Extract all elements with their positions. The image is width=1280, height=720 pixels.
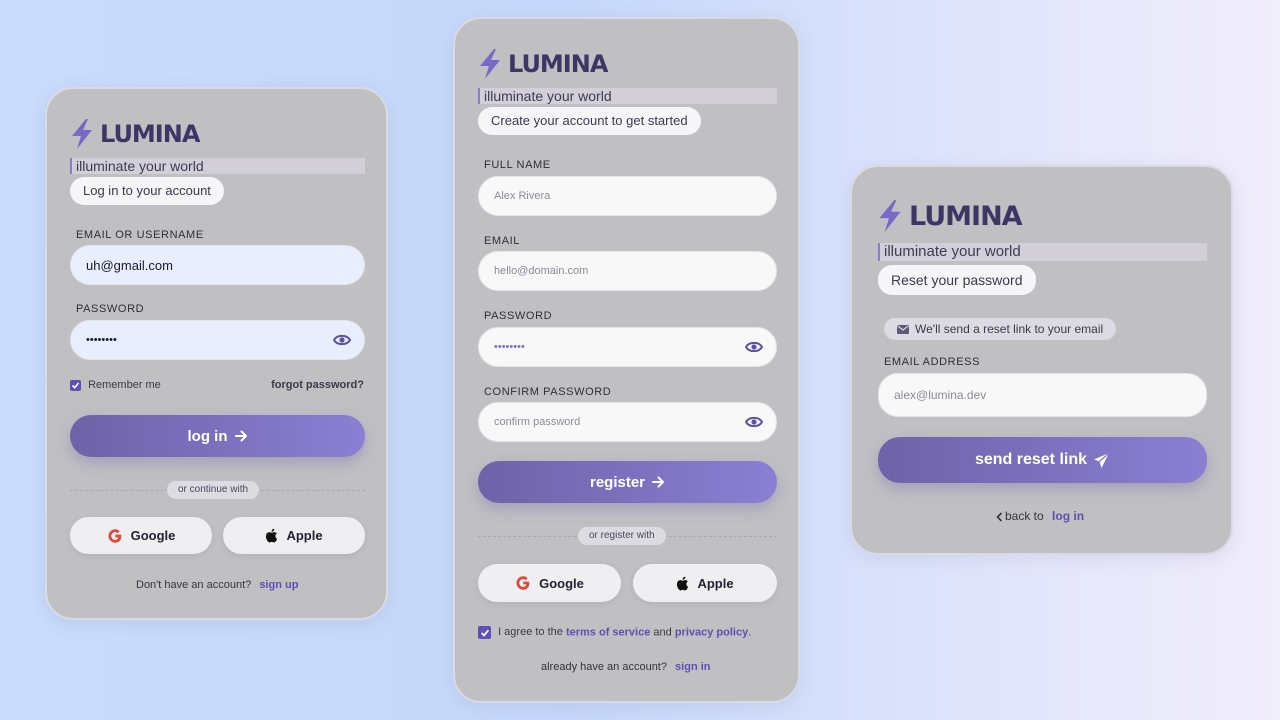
- tagline: illuminate your world: [70, 158, 365, 174]
- divider-label: or continue with: [167, 481, 260, 499]
- tagline: illuminate your world: [478, 88, 777, 104]
- apple-label: Apple: [286, 528, 323, 543]
- email-label: EMAIL: [484, 235, 521, 247]
- password-field[interactable]: ••••••••: [478, 327, 777, 367]
- show-password-icon[interactable]: [332, 330, 352, 350]
- checkbox-checked-icon[interactable]: [70, 379, 81, 391]
- brand-name: LUMINA: [508, 50, 608, 78]
- lightning-bolt-icon: [72, 119, 92, 149]
- tagline: illuminate your world: [878, 243, 1207, 261]
- paper-plane-icon: [1094, 452, 1110, 468]
- brand-name: LUMINA: [909, 200, 1023, 232]
- terms-agreement: I agree to the terms of service and priv…: [478, 626, 751, 639]
- google-label: Google: [539, 575, 584, 591]
- register-button[interactable]: register: [478, 461, 777, 503]
- show-password-icon[interactable]: [744, 337, 764, 357]
- fullname-placeholder: Alex Rivera: [494, 190, 551, 202]
- reset-info-text: We'll send a reset link to your email: [915, 322, 1104, 336]
- lightning-bolt-icon: [879, 200, 901, 232]
- password-label: PASSWORD: [484, 310, 553, 322]
- terms-prefix: I agree to the: [498, 626, 563, 639]
- email-field[interactable]: hello@domain.com: [478, 251, 777, 291]
- signup-prompt: Don't have an account? sign up: [136, 579, 298, 591]
- envelope-icon: [897, 325, 909, 335]
- page-subtitle: Reset your password: [878, 265, 1036, 295]
- signin-prompt: already have an account? sign in: [541, 661, 711, 673]
- reset-info-note: We'll send a reset link to your email: [884, 318, 1117, 340]
- chevron-left-icon: [996, 512, 1003, 522]
- send-reset-link-label: send reset link: [974, 451, 1088, 468]
- fullname-label: FULL NAME: [484, 159, 551, 171]
- email-address-label: EMAIL ADDRESS: [884, 356, 981, 368]
- apple-button[interactable]: Apple: [633, 564, 777, 602]
- forgot-password-link[interactable]: forgot password?: [271, 379, 364, 391]
- signin-prompt-text: already have an account?: [541, 661, 667, 673]
- lightning-bolt-icon: [480, 49, 500, 79]
- page-subtitle: Log in to your account: [70, 177, 224, 205]
- password-field[interactable]: ••••••••: [70, 320, 365, 360]
- send-reset-link-button[interactable]: send reset link: [878, 437, 1207, 483]
- divider-label: or register with: [578, 527, 666, 545]
- apple-label: Apple: [697, 575, 734, 591]
- register-button-label: register: [589, 473, 646, 491]
- google-button[interactable]: Google: [70, 517, 212, 554]
- show-confirm-password-icon[interactable]: [744, 412, 764, 432]
- email-placeholder: hello@domain.com: [494, 265, 589, 277]
- remember-me[interactable]: Remember me: [70, 379, 161, 391]
- login-button[interactable]: log in: [70, 415, 365, 457]
- brand-name: LUMINA: [100, 120, 200, 148]
- terms-and: and: [653, 626, 672, 639]
- signin-link[interactable]: sign in: [675, 661, 710, 673]
- confirm-password-field[interactable]: confirm password: [478, 402, 777, 442]
- signup-prompt-text: Don't have an account?: [136, 579, 252, 591]
- google-icon: [108, 528, 121, 543]
- terms-link[interactable]: terms of service: [566, 626, 650, 638]
- google-button[interactable]: Google: [478, 564, 621, 602]
- privacy-link[interactable]: privacy policy: [675, 626, 748, 638]
- checkbox-checked-icon[interactable]: [478, 626, 491, 639]
- fullname-field[interactable]: Alex Rivera: [478, 176, 777, 216]
- password-value: ••••••••: [494, 341, 525, 353]
- email-address-placeholder: alex@lumina.dev: [894, 388, 987, 402]
- login-button-label: log in: [187, 427, 228, 445]
- apple-icon: [266, 528, 278, 543]
- confirm-password-label: CONFIRM PASSWORD: [484, 386, 612, 398]
- email-value: uh@gmail.com: [86, 257, 173, 273]
- email-address-field[interactable]: alex@lumina.dev: [878, 373, 1207, 417]
- signup-link[interactable]: sign up: [259, 579, 298, 591]
- arrow-right-icon: [234, 430, 247, 442]
- reset-card: LUMINA illuminate your world Reset your …: [850, 165, 1233, 555]
- password-label: PASSWORD: [76, 303, 145, 315]
- password-value: ••••••••: [86, 334, 117, 346]
- register-card: LUMINA illuminate your world Create your…: [453, 17, 800, 703]
- email-label: EMAIL OR USERNAME: [76, 229, 204, 241]
- apple-icon: [677, 576, 689, 590]
- back-to-text: back to: [1005, 509, 1044, 523]
- page-subtitle: Create your account to get started: [478, 107, 701, 135]
- google-icon: [516, 576, 530, 590]
- remember-label: Remember me: [88, 379, 161, 391]
- confirm-password-placeholder: confirm password: [494, 416, 581, 428]
- apple-button[interactable]: Apple: [223, 517, 365, 554]
- terms-suffix: .: [748, 626, 752, 639]
- google-label: Google: [130, 528, 176, 543]
- brand-logo: LUMINA: [876, 199, 1023, 233]
- back-login-link[interactable]: log in: [1052, 509, 1084, 523]
- arrow-right-icon: [652, 476, 665, 488]
- brand-logo: LUMINA: [477, 48, 608, 80]
- email-field[interactable]: uh@gmail.com: [70, 245, 365, 285]
- back-to-login: back to log in: [996, 509, 1084, 523]
- login-card: LUMINA illuminate your world Log in to y…: [45, 87, 388, 620]
- brand-logo: LUMINA: [69, 118, 200, 150]
